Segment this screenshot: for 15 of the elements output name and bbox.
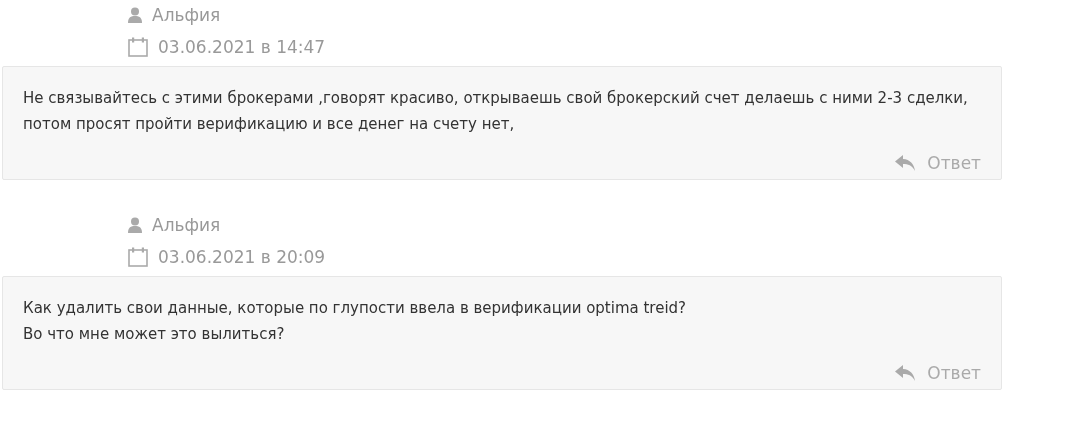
reply-icon	[895, 155, 916, 171]
reply-link[interactable]: Ответ	[895, 151, 981, 175]
comment-date: 03.06.2021 в 20:09	[158, 247, 326, 267]
reply-icon	[895, 365, 916, 381]
comment-text: Не связывайтесь с этими брокерами ,говорят красиво, открываешь свой брокерский счет делаешь с ними 2-3 сделки, потом просят пройти верификацию и все денег на счету нет,	[23, 88, 969, 135]
calendar-icon	[128, 247, 148, 267]
user-icon	[128, 7, 142, 23]
comment-text: Во что мне может это вылиться?	[23, 324, 286, 345]
user-icon	[128, 217, 142, 233]
author-name: Альфия	[152, 5, 221, 25]
calendar-icon	[128, 37, 148, 57]
comment-date: 03.06.2021 в 14:47	[158, 37, 326, 57]
comment-text: Как удалить свои данные, которые по глупости ввела в верификации optima treid?	[23, 298, 688, 319]
author-name: Альфия	[152, 215, 221, 235]
reply-link[interactable]: Ответ	[895, 361, 981, 385]
